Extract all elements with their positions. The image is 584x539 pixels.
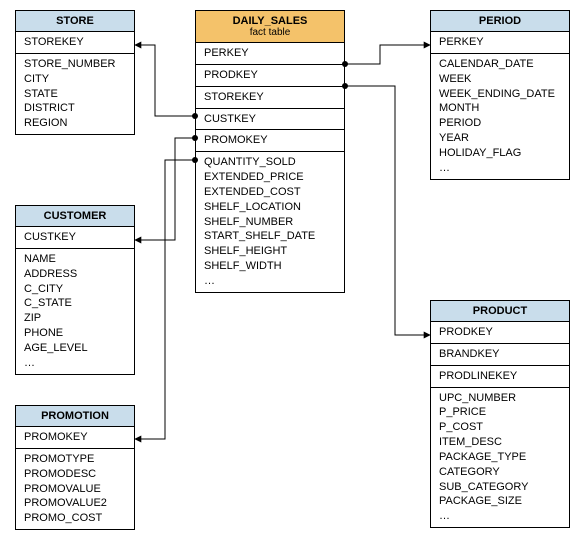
pk-promokey: PROMOKEY bbox=[16, 427, 134, 449]
table-product: PRODUCT PRODKEY BRANDKEY PRODLINEKEY UPC… bbox=[430, 300, 570, 528]
fk-brandkey: BRANDKEY bbox=[431, 344, 569, 366]
pk-perkey: PERKEY bbox=[431, 32, 569, 54]
table-store: STORE STOREKEY STORE_NUMBER CITY STATE D… bbox=[15, 10, 135, 135]
table-customer: CUSTOMER CUSTKEY NAME ADDRESS C_CITY C_S… bbox=[15, 205, 135, 375]
pk-custkey: CUSTKEY bbox=[16, 227, 134, 249]
fields-period: CALENDAR_DATE WEEK WEEK_ENDING_DATE MONT… bbox=[431, 54, 569, 179]
fields-product: UPC_NUMBER P_PRICE P_COST ITEM_DESC PACK… bbox=[431, 388, 569, 528]
table-header-customer: CUSTOMER bbox=[16, 206, 134, 227]
table-promotion: PROMOTION PROMOKEY PROMOTYPE PROMODESC P… bbox=[15, 405, 135, 530]
fields-customer: NAME ADDRESS C_CITY C_STATE ZIP PHONE AG… bbox=[16, 249, 134, 374]
fk-prodlinekey: PRODLINEKEY bbox=[431, 366, 569, 388]
fields-store: STORE_NUMBER CITY STATE DISTRICT REGION bbox=[16, 54, 134, 134]
table-period: PERIOD PERKEY CALENDAR_DATE WEEK WEEK_EN… bbox=[430, 10, 570, 180]
table-header-store: STORE bbox=[16, 11, 134, 32]
pk-prodkey: PRODKEY bbox=[431, 322, 569, 344]
table-header-product: PRODUCT bbox=[431, 301, 569, 322]
fields-daily-sales: QUANTITY_SOLD EXTENDED_PRICE EXTENDED_CO… bbox=[196, 152, 344, 292]
fk-prodkey: PRODKEY bbox=[196, 65, 344, 87]
pk-storekey: STOREKEY bbox=[16, 32, 134, 54]
daily-sales-title: DAILY_SALES bbox=[233, 15, 308, 27]
table-header-daily-sales: DAILY_SALES fact table bbox=[196, 11, 344, 43]
fk-promokey: PROMOKEY bbox=[196, 130, 344, 152]
fk-custkey: CUSTKEY bbox=[196, 109, 344, 131]
fields-promotion: PROMOTYPE PROMODESC PROMOVALUE PROMOVALU… bbox=[16, 449, 134, 529]
table-daily-sales: DAILY_SALES fact table PERKEY PRODKEY ST… bbox=[195, 10, 345, 293]
fk-storekey: STOREKEY bbox=[196, 87, 344, 109]
fk-perkey: PERKEY bbox=[196, 43, 344, 65]
table-header-promotion: PROMOTION bbox=[16, 406, 134, 427]
daily-sales-subtitle: fact table bbox=[202, 27, 338, 38]
table-header-period: PERIOD bbox=[431, 11, 569, 32]
